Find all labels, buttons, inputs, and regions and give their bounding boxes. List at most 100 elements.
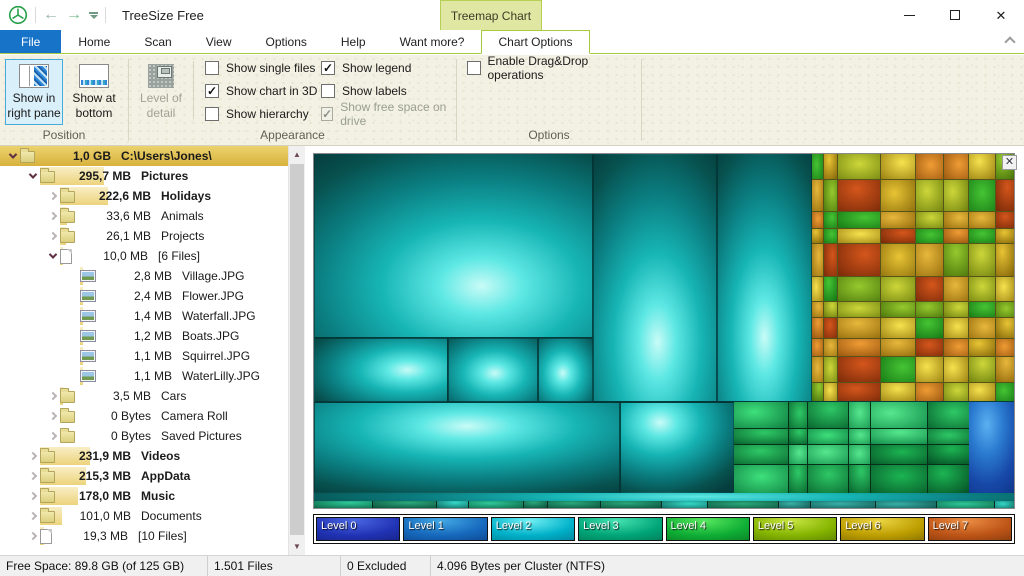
treemap-cell[interactable]: [838, 154, 881, 179]
treemap-cell[interactable]: [969, 244, 995, 275]
treemap-cell[interactable]: [944, 302, 968, 317]
checkbox-box[interactable]: ✓: [321, 107, 333, 121]
treemap-cell[interactable]: [937, 501, 993, 508]
tab-chart-options[interactable]: Chart Options: [481, 30, 589, 54]
tree-row[interactable]: 0 BytesCamera Roll: [0, 406, 288, 426]
treemap-cell[interactable]: [969, 229, 995, 243]
checkbox-show-labels[interactable]: Show labels: [321, 84, 456, 98]
checkbox-show-free-space-on-drive[interactable]: ✓Show free space on drive: [321, 107, 456, 121]
treemap-cell[interactable]: [734, 445, 788, 464]
treemap-cell[interactable]: [928, 465, 969, 493]
tree-row[interactable]: 215,3 MBAppData: [0, 466, 288, 486]
treemap-cell[interactable]: [849, 465, 869, 493]
treemap-cell[interactable]: [469, 501, 523, 508]
scroll-up-icon[interactable]: ▲: [289, 146, 305, 163]
treemap-cell[interactable]: [996, 212, 1014, 229]
treemap-cell[interactable]: [548, 501, 600, 508]
treemap-cell[interactable]: [881, 180, 914, 211]
treemap-cell[interactable]: [916, 318, 944, 338]
tree-row[interactable]: 231,9 MBVideos: [0, 446, 288, 466]
treemap-cell[interactable]: [928, 429, 969, 445]
treemap-cell[interactable]: [996, 302, 1014, 317]
treemap-cell[interactable]: [824, 229, 836, 243]
treemap-cell[interactable]: [812, 277, 823, 301]
tab-home[interactable]: Home: [61, 30, 127, 53]
treemap-cell[interactable]: [969, 212, 995, 229]
treemap-cell[interactable]: [996, 318, 1014, 338]
treemap-cell[interactable]: [373, 501, 436, 508]
chevron-right-icon[interactable]: [26, 533, 40, 539]
chevron-right-icon[interactable]: [46, 213, 60, 219]
treemap-cushion[interactable]: [314, 154, 593, 338]
treemap-cell[interactable]: [812, 383, 823, 401]
minimize-button[interactable]: [886, 0, 932, 30]
treemap-cell[interactable]: [524, 501, 547, 508]
treemap-cell[interactable]: [916, 302, 944, 317]
tree-row[interactable]: 1,4 MBWaterfall.JPG: [0, 306, 288, 326]
treemap-cushion[interactable]: [314, 402, 620, 493]
treemap-cell[interactable]: [838, 229, 881, 243]
close-button[interactable]: ✕: [978, 0, 1024, 30]
treemap-cell[interactable]: [824, 383, 836, 401]
treemap-cell[interactable]: [838, 180, 881, 211]
customize-toolbar-icon[interactable]: [89, 12, 98, 19]
treemap-cell[interactable]: [916, 277, 944, 301]
treemap-cell[interactable]: [944, 244, 968, 275]
treemap-cell[interactable]: [916, 229, 944, 243]
treemap-cell[interactable]: [789, 465, 807, 493]
treemap-cell[interactable]: [838, 302, 881, 317]
chevron-right-icon[interactable]: [26, 513, 40, 519]
treemap-cushion[interactable]: [717, 154, 812, 402]
treemap-mosaic-region[interactable]: [314, 501, 1014, 508]
treemap-cell[interactable]: [944, 318, 968, 338]
tree-row[interactable]: 2,8 MBVillage.JPG: [0, 266, 288, 286]
tree-row[interactable]: 295,7 MBPictures: [0, 166, 288, 186]
treemap-cell[interactable]: [916, 244, 944, 275]
treemap-cushion[interactable]: [969, 402, 1014, 493]
scroll-down-icon[interactable]: ▼: [289, 538, 305, 555]
treemap-cell[interactable]: [808, 402, 848, 428]
show-in-right-pane-button[interactable]: Show in right pane: [5, 59, 63, 125]
treemap-cell[interactable]: [824, 244, 836, 275]
treemap-cell[interactable]: [838, 383, 881, 401]
treemap-cell[interactable]: [881, 277, 914, 301]
tree-row[interactable]: 0 BytesSaved Pictures: [0, 426, 288, 446]
treemap-cell[interactable]: [314, 501, 372, 508]
tab-options[interactable]: Options: [249, 30, 324, 53]
checkbox-box[interactable]: ✓: [321, 61, 335, 75]
treemap-cell[interactable]: [849, 402, 869, 428]
tree-row[interactable]: 19,3 MB[10 Files]: [0, 526, 288, 546]
treemap-cell[interactable]: [944, 212, 968, 229]
treemap-cell[interactable]: [969, 357, 995, 382]
treemap-cell[interactable]: [881, 318, 914, 338]
treemap-cell[interactable]: [876, 501, 937, 508]
treemap-cell[interactable]: [734, 465, 788, 493]
treemap-cell[interactable]: [916, 339, 944, 357]
tree-row[interactable]: 222,6 MBHolidays: [0, 186, 288, 206]
level-of-detail-button[interactable]: Level of detail: [135, 59, 187, 125]
treemap-cell[interactable]: [824, 212, 836, 229]
treemap-cushion[interactable]: [314, 338, 448, 402]
tab-file[interactable]: File: [0, 30, 61, 53]
treemap-cell[interactable]: [969, 383, 995, 401]
treemap-cell[interactable]: [789, 429, 807, 445]
checkbox-enable-drag-drop-operations[interactable]: Enable Drag&Drop operations: [467, 61, 641, 75]
collapse-ribbon-icon[interactable]: [1004, 36, 1015, 47]
treemap-cell[interactable]: [969, 277, 995, 301]
treemap-cell[interactable]: [824, 154, 836, 179]
treemap-cell[interactable]: [812, 318, 823, 338]
checkbox-box[interactable]: ✓: [205, 84, 219, 98]
treemap-cell[interactable]: [995, 501, 1014, 508]
checkbox-show-chart-in-3d[interactable]: ✓Show chart in 3D: [205, 84, 317, 98]
checkbox-show-hierarchy[interactable]: Show hierarchy: [205, 107, 317, 121]
treemap-cell[interactable]: [812, 154, 823, 179]
treemap-cell[interactable]: [824, 302, 836, 317]
chevron-down-icon[interactable]: [46, 253, 60, 259]
chart-close-button[interactable]: ✕: [1002, 155, 1017, 170]
treemap-cell[interactable]: [928, 402, 969, 428]
chevron-right-icon[interactable]: [26, 493, 40, 499]
chevron-down-icon[interactable]: [6, 153, 20, 159]
treemap-cushion[interactable]: [593, 154, 718, 402]
treemap-cushion[interactable]: [620, 402, 734, 493]
treemap-cell[interactable]: [881, 302, 914, 317]
